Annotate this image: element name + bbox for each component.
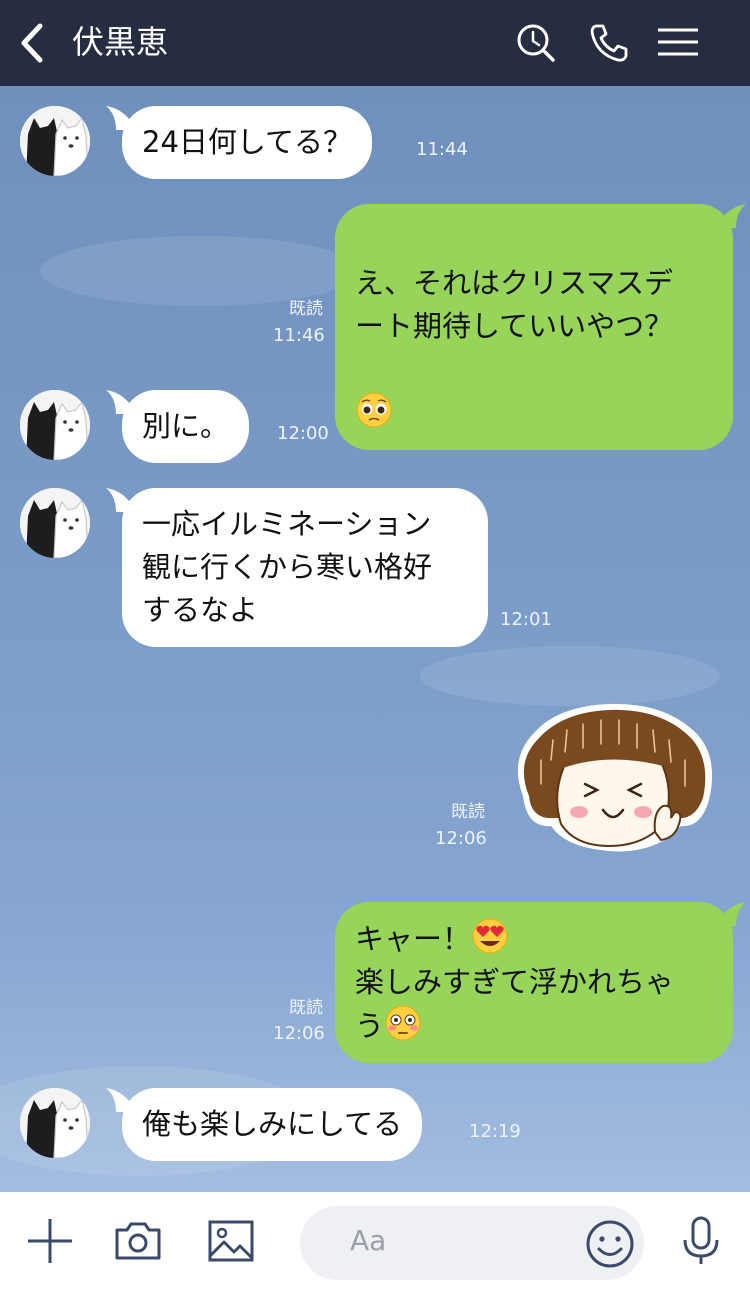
message-bubble-incoming[interactable]: 別に。 (122, 390, 250, 463)
dogs-avatar-icon (20, 106, 90, 176)
avatar[interactable] (20, 390, 90, 460)
chat-area[interactable]: 24日何してる？ 11:44 既読 11:46 え、それはクリスマスデ ート期待… (0, 86, 750, 1192)
camera-icon[interactable] (113, 1216, 163, 1266)
flushed-face-emoji-icon (385, 1005, 421, 1041)
avatar[interactable] (20, 106, 90, 176)
message-bubble-incoming[interactable]: 24日何してる？ (122, 106, 373, 179)
message-bubble-incoming[interactable]: 俺も楽しみにしてる (122, 1088, 423, 1161)
message-text: 楽しみすぎて浮かれちゃ (355, 965, 675, 999)
message-bubble-outgoing[interactable]: キャー！ 楽しみすぎて浮かれちゃ う (335, 902, 733, 1063)
bubble-tail (722, 204, 746, 228)
message-text: う (355, 1009, 385, 1043)
background-cloud (40, 236, 360, 306)
chat-title: 伏黒恵 (72, 23, 169, 61)
message-time: 11:46 (273, 325, 325, 346)
chat-header: 伏黒恵 (0, 0, 750, 86)
message-time: 12:19 (469, 1121, 521, 1142)
dogs-avatar-icon (20, 488, 90, 558)
message-time: 11:44 (416, 139, 468, 160)
message-text: え、それはクリスマスデ ート期待していいやつ？ (355, 266, 674, 343)
message-text: キャー！ (355, 922, 472, 956)
menu-icon[interactable] (656, 20, 702, 66)
girl-sticker[interactable] (505, 700, 721, 858)
search-icon[interactable] (513, 20, 559, 66)
heart-eyes-emoji-icon (472, 918, 508, 954)
read-receipt: 既読 (451, 802, 485, 822)
message-time: 12:06 (273, 1023, 325, 1044)
message-time: 12:06 (435, 828, 487, 849)
background-cloud (420, 646, 720, 706)
back-chevron-icon[interactable] (14, 20, 54, 66)
plus-icon[interactable] (25, 1216, 75, 1266)
smiley-icon[interactable] (584, 1218, 636, 1270)
pleading-face-emoji-icon (356, 392, 392, 428)
dogs-avatar-icon (20, 390, 90, 460)
phone-icon[interactable] (586, 20, 632, 66)
microphone-icon[interactable] (676, 1216, 726, 1266)
bubble-tail (722, 902, 746, 926)
read-receipt: 既読 (289, 299, 323, 319)
message-time: 12:01 (500, 609, 552, 630)
message-input-placeholder: Aa (350, 1224, 387, 1257)
read-receipt: 既読 (289, 998, 323, 1018)
dogs-avatar-icon (20, 1088, 90, 1158)
avatar[interactable] (20, 488, 90, 558)
image-icon[interactable] (206, 1216, 256, 1266)
message-bubble-incoming[interactable]: 一応イルミネーション 観に行くから寒い格好 するなよ (122, 488, 488, 647)
message-time: 12:00 (277, 423, 329, 444)
message-input[interactable]: Aa (300, 1206, 644, 1280)
message-composer: Aa (0, 1192, 750, 1292)
message-bubble-outgoing[interactable]: え、それはクリスマスデ ート期待していいやつ？ (335, 204, 733, 450)
avatar[interactable] (20, 1088, 90, 1158)
